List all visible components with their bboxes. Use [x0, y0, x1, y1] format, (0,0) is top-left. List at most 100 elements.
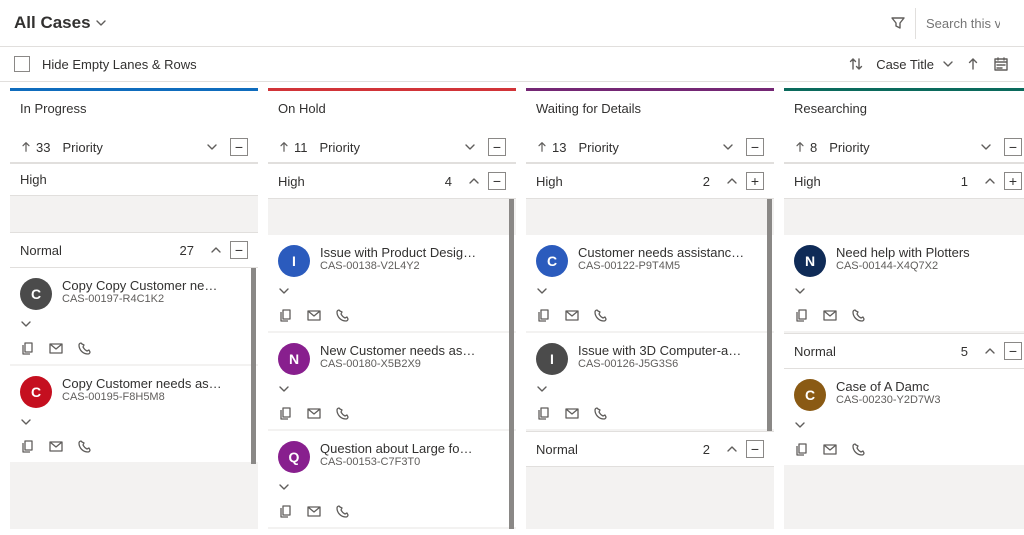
copy-action[interactable]	[278, 405, 294, 421]
column-header: In Progress 33Priority−	[10, 88, 258, 163]
collapse-button[interactable]: −	[230, 241, 248, 259]
mail-action[interactable]	[822, 307, 838, 323]
case-card[interactable]: NNew Customer needs as…CAS-00180-X5B2X9	[268, 333, 516, 429]
copy-action[interactable]	[536, 307, 552, 323]
swimlane-header[interactable]: Normal27−	[10, 232, 258, 268]
phone-icon	[335, 504, 350, 519]
collapse-button[interactable]: −	[746, 138, 764, 156]
swimlane-header[interactable]: Normal2−	[526, 431, 774, 467]
swimlane-header[interactable]: High4−	[268, 163, 516, 199]
card-expand-toggle[interactable]	[278, 479, 506, 495]
phone-icon	[593, 308, 608, 323]
chevron-down-icon	[536, 383, 548, 395]
phone-action[interactable]	[592, 405, 608, 421]
scrollbar[interactable]	[251, 268, 256, 464]
case-card[interactable]: IIssue with Product Desig…CAS-00138-V2L4…	[268, 235, 516, 331]
card-expand-toggle[interactable]	[794, 283, 1022, 299]
card-expand-toggle[interactable]	[278, 283, 506, 299]
copy-action[interactable]	[278, 307, 294, 323]
chevron-up-icon	[210, 244, 222, 256]
swimlane-count: 2	[703, 174, 710, 189]
expand-button[interactable]: +	[746, 172, 764, 190]
hide-empty-checkbox[interactable]	[14, 56, 30, 72]
phone-action[interactable]	[334, 503, 350, 519]
mail-action[interactable]	[822, 441, 838, 457]
card-expand-toggle[interactable]	[536, 381, 764, 397]
card-expand-toggle[interactable]	[20, 414, 248, 430]
chevron-down-icon	[980, 141, 992, 153]
mail-icon	[306, 308, 322, 323]
mail-action[interactable]	[306, 307, 322, 323]
collapse-button[interactable]: −	[1004, 342, 1022, 360]
card-expand-toggle[interactable]	[20, 316, 248, 332]
swimlane-label: High	[536, 174, 695, 189]
priority-dropdown[interactable]: Priority	[318, 140, 479, 155]
mail-action[interactable]	[564, 307, 580, 323]
case-card[interactable]: CCustomer needs assistanc…CAS-00122-P9T4…	[526, 235, 774, 331]
swimlane-header[interactable]: High1+	[784, 163, 1024, 199]
phone-action[interactable]	[334, 307, 350, 323]
search-input[interactable]	[915, 8, 1010, 39]
phone-action[interactable]	[334, 405, 350, 421]
view-title-dropdown[interactable]: All Cases	[14, 13, 107, 33]
calendar-view-button[interactable]	[992, 55, 1010, 73]
swimlane-label: High	[278, 174, 437, 189]
swimlane-count: 5	[961, 344, 968, 359]
collapse-button[interactable]: −	[488, 172, 506, 190]
priority-dropdown[interactable]: Priority	[60, 140, 220, 155]
mail-action[interactable]	[564, 405, 580, 421]
priority-dropdown[interactable]: Priority	[576, 140, 736, 155]
hide-empty-label: Hide Empty Lanes & Rows	[42, 57, 197, 72]
priority-dropdown[interactable]: Priority	[827, 140, 994, 155]
case-card[interactable]: IIssue with 3D Computer-a…CAS-00126-J5G3…	[526, 333, 774, 429]
phone-action[interactable]	[592, 307, 608, 323]
scrollbar[interactable]	[509, 199, 514, 529]
mail-action[interactable]	[48, 340, 64, 356]
phone-action[interactable]	[850, 307, 866, 323]
card-expand-toggle[interactable]	[794, 417, 1022, 433]
avatar: C	[536, 245, 568, 277]
cards-area: NNeed help with PlottersCAS-00144-X4Q7X2	[784, 199, 1024, 333]
filter-button[interactable]	[881, 6, 915, 40]
copy-action[interactable]	[794, 441, 810, 457]
collapse-button[interactable]: −	[1004, 138, 1022, 156]
case-card[interactable]: CCopy Copy Customer ne…CAS-00197-R4C1K2	[10, 268, 258, 364]
chevron-down-icon	[278, 285, 290, 297]
swimlane-header[interactable]: Normal5−	[784, 333, 1024, 369]
cards-area: CCustomer needs assistanc…CAS-00122-P9T4…	[526, 199, 774, 431]
expand-button[interactable]: +	[1004, 172, 1022, 190]
copy-action[interactable]	[20, 438, 36, 454]
copy-action[interactable]	[794, 307, 810, 323]
collapse-button[interactable]: −	[746, 440, 764, 458]
chevron-down-icon	[278, 383, 290, 395]
card-expand-toggle[interactable]	[278, 381, 506, 397]
case-card[interactable]: CCopy Customer needs as…CAS-00195-F8H5M8	[10, 366, 258, 462]
column-title: Researching	[794, 101, 1022, 116]
chevron-down-icon	[722, 141, 734, 153]
mail-icon	[48, 341, 64, 356]
swimlane-header[interactable]: High 2 +	[526, 163, 774, 199]
phone-icon	[593, 406, 608, 421]
column-count: 33	[20, 140, 50, 155]
mail-action[interactable]	[306, 405, 322, 421]
sort-field-dropdown[interactable]: Case Title	[876, 57, 954, 72]
mail-action[interactable]	[48, 438, 64, 454]
phone-action[interactable]	[76, 340, 92, 356]
sort-direction-toggle[interactable]	[848, 56, 864, 72]
collapse-button[interactable]: −	[230, 138, 248, 156]
phone-action[interactable]	[76, 438, 92, 454]
card-expand-toggle[interactable]	[536, 283, 764, 299]
case-card[interactable]: NNeed help with PlottersCAS-00144-X4Q7X2	[784, 235, 1024, 331]
copy-action[interactable]	[278, 503, 294, 519]
scrollbar[interactable]	[767, 199, 772, 431]
mail-action[interactable]	[306, 503, 322, 519]
swimlane-header[interactable]: High	[10, 163, 258, 196]
phone-action[interactable]	[850, 441, 866, 457]
chevron-down-icon	[464, 141, 476, 153]
case-card[interactable]: CCase of A DamcCAS-00230-Y2D7W3	[784, 369, 1024, 465]
kanban-column: On Hold 11Priority−High4−IIssue with Pro…	[268, 88, 516, 529]
copy-action[interactable]	[536, 405, 552, 421]
collapse-button[interactable]: −	[488, 138, 506, 156]
copy-action[interactable]	[20, 340, 36, 356]
sort-ascending-button[interactable]	[966, 57, 980, 71]
